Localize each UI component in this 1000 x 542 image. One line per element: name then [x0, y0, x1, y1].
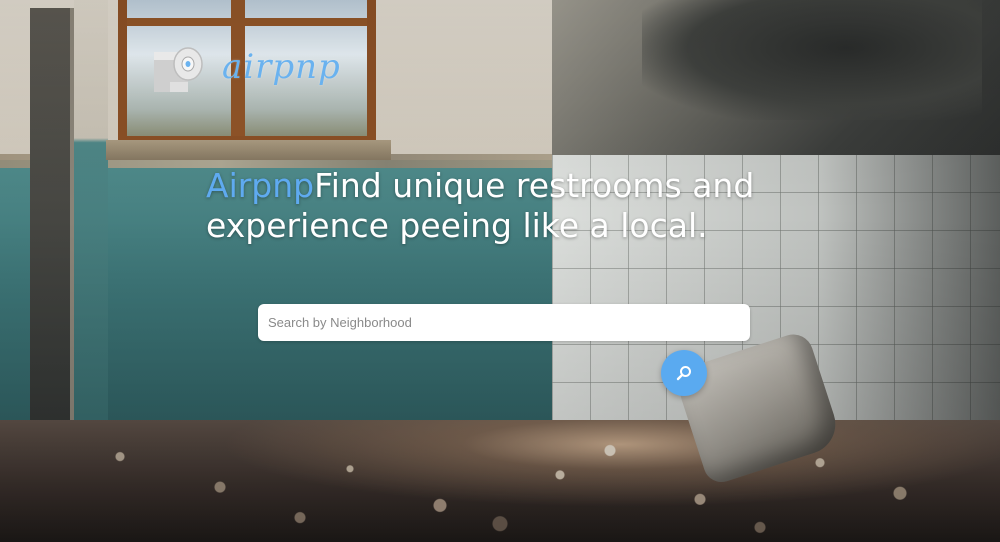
toilet-paper-roll-icon — [154, 47, 203, 92]
search-icon — [676, 366, 691, 381]
brand-name: Airpnp — [206, 166, 315, 205]
search-button[interactable] — [661, 350, 707, 396]
logo-wordmark: airpnp — [222, 47, 341, 87]
hero-headline: AirpnpFind unique restrooms and experien… — [206, 166, 806, 246]
neighborhood-search-input[interactable] — [258, 304, 750, 341]
site-logo[interactable]: airpnp — [150, 36, 360, 98]
